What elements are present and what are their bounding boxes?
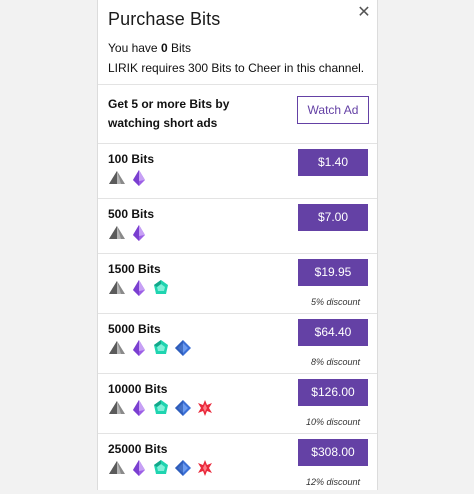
close-icon[interactable]: ✕ <box>357 4 371 22</box>
bits-tier-row: 100 Bits $1.40 <box>98 144 377 199</box>
ad-description: Get 5 or more Bits by watching short ads <box>108 97 230 130</box>
watch-ad-row: Get 5 or more Bits by watching short ads… <box>98 85 377 144</box>
bits-balance: You have 0 Bits <box>108 41 191 55</box>
purple-gem-icon <box>133 170 145 186</box>
gray-gem-icon <box>109 226 125 239</box>
tier-gems <box>108 399 214 417</box>
blue-gem-icon <box>175 460 191 476</box>
red-star-gem-icon <box>198 460 212 476</box>
bits-tier-row: 25000 Bits $308.00 12% discount <box>98 434 377 494</box>
gray-gem-icon <box>109 171 125 184</box>
bits-tier-row: 5000 Bits $64.40 8% discount <box>98 314 377 374</box>
purchase-bits-dialog: Purchase Bits ✕ You have 0 Bits LIRIK re… <box>97 0 378 490</box>
bits-tier-list: 100 Bits $1.40 500 Bits $7.00 1500 Bits $19.9… <box>98 144 377 494</box>
bits-tier-row: 10000 Bits $126.00 10% discount <box>98 374 377 434</box>
discount-label: 10% discount <box>305 417 360 427</box>
discount-label: 12% discount <box>305 477 360 487</box>
teal-gem-icon <box>154 400 168 414</box>
teal-gem-icon <box>154 280 168 294</box>
buy-price-button[interactable]: $19.95 <box>298 259 368 286</box>
blue-gem-icon <box>175 340 191 356</box>
tier-gems <box>108 459 214 477</box>
buy-price-button[interactable]: $308.00 <box>298 439 368 466</box>
bits-tier-row: 500 Bits $7.00 <box>98 199 377 254</box>
tier-gems <box>108 169 148 187</box>
red-star-gem-icon <box>198 400 212 416</box>
buy-price-button[interactable]: $126.00 <box>298 379 368 406</box>
purple-gem-icon <box>133 460 145 476</box>
tier-name: 1500 Bits <box>108 262 161 276</box>
gray-gem-icon <box>109 281 125 294</box>
purple-gem-icon <box>133 225 145 241</box>
gray-gem-icon <box>109 341 125 354</box>
tier-name: 500 Bits <box>108 207 155 221</box>
teal-gem-icon <box>154 460 168 474</box>
tier-gems <box>108 279 170 297</box>
tier-name: 10000 Bits <box>108 382 168 396</box>
blue-gem-icon <box>175 400 191 416</box>
teal-gem-icon <box>154 340 168 354</box>
balance-prefix: You have <box>108 41 161 55</box>
cheer-requirement: LIRIK requires 300 Bits to Cheer in this… <box>108 61 365 75</box>
buy-price-button[interactable]: $7.00 <box>298 204 368 231</box>
watch-ad-button[interactable]: Watch Ad <box>297 96 369 124</box>
tier-gems <box>108 339 192 357</box>
gray-gem-icon <box>109 461 125 474</box>
balance-amount: 0 <box>160 41 168 55</box>
tier-name: 5000 Bits <box>108 322 161 336</box>
tier-name: 100 Bits <box>108 152 155 166</box>
discount-label: 8% discount <box>310 357 360 367</box>
dialog-title: Purchase Bits <box>108 9 221 29</box>
bits-tier-row: 1500 Bits $19.95 5% discount <box>98 254 377 314</box>
balance-suffix: Bits <box>167 41 191 55</box>
purple-gem-icon <box>133 400 145 416</box>
dialog-header: Purchase Bits ✕ You have 0 Bits LIRIK re… <box>98 0 377 85</box>
discount-label: 5% discount <box>310 297 360 307</box>
gray-gem-icon <box>109 401 125 414</box>
purple-gem-icon <box>133 340 145 356</box>
buy-price-button[interactable]: $64.40 <box>298 319 368 346</box>
purple-gem-icon <box>133 280 145 296</box>
tier-name: 25000 Bits <box>108 442 168 456</box>
buy-price-button[interactable]: $1.40 <box>298 149 368 176</box>
tier-gems <box>108 224 148 242</box>
